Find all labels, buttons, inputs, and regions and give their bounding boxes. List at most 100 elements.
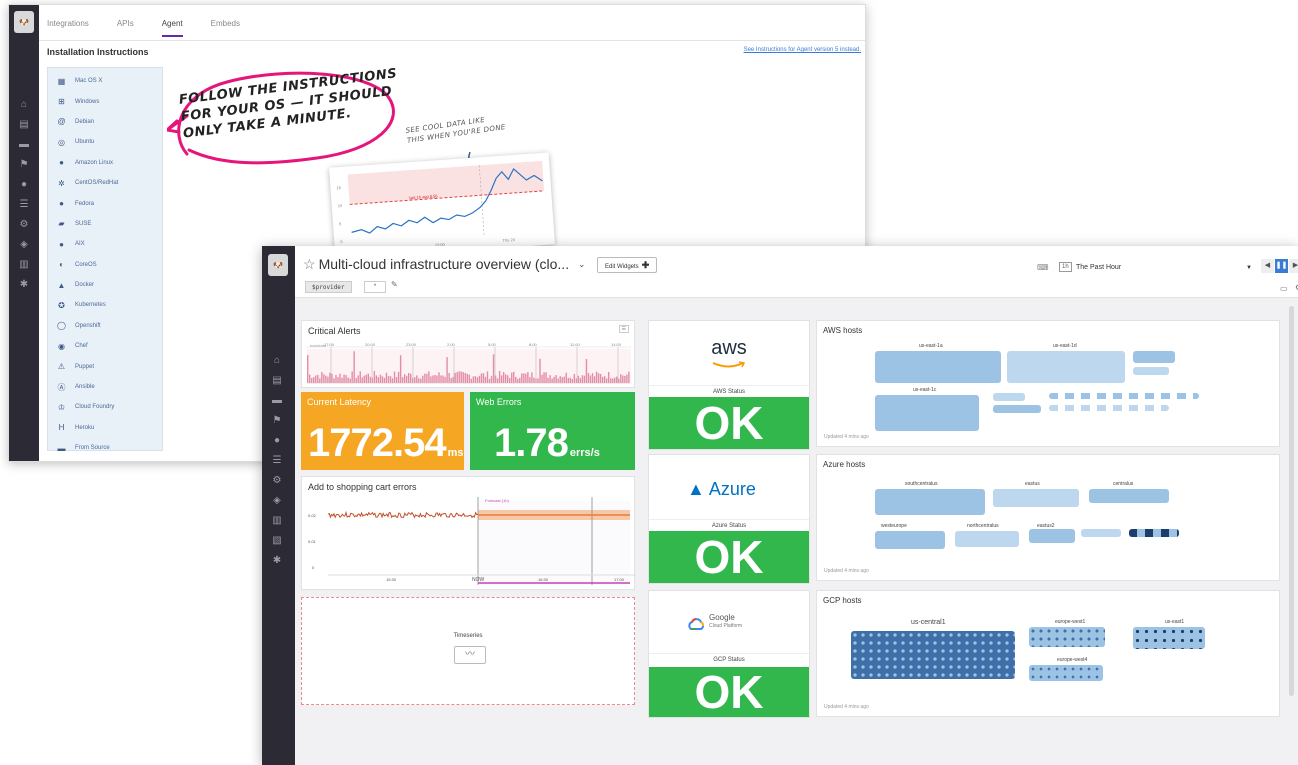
tab-integrations[interactable]: Integrations — [47, 19, 89, 37]
nav-dashboard-icon[interactable]: ▤ — [9, 115, 39, 135]
nav-infra-icon[interactable]: ▬ — [262, 391, 292, 411]
aws-hostmap-widget[interactable]: AWS hosts us-east-1a us-east-1d us-east-… — [816, 320, 1280, 447]
os-item-macos[interactable]: ▦ Mac OS X — [48, 71, 162, 91]
nav-home-icon[interactable]: ⌂ — [262, 351, 292, 371]
nav-security-icon[interactable]: ▧ — [262, 531, 292, 551]
nav-notebook-icon[interactable]: ▥ — [9, 255, 39, 275]
widget-menu-icon[interactable]: ☰ — [618, 325, 629, 333]
host-group[interactable] — [1133, 351, 1175, 363]
template-variable-select[interactable]: * — [364, 281, 386, 293]
cart-errors-chart — [327, 497, 636, 585]
nav-integrations-icon[interactable]: ⚙ — [262, 471, 292, 491]
current-latency-widget[interactable]: Current Latency 1772.54 ms — [301, 392, 464, 470]
os-item-kubernetes[interactable]: ✪ Kubernetes — [48, 295, 162, 315]
host-group[interactable] — [875, 351, 1001, 383]
dashboard-scrollbar[interactable] — [1289, 306, 1294, 696]
critical-alerts-widget[interactable]: Critical Alerts ☰ Incidents 17:00 20:00 23… — [301, 320, 635, 388]
keyboard-icon[interactable]: ⌨ — [1037, 263, 1049, 272]
alert-bar — [515, 376, 517, 383]
alert-bar — [593, 376, 596, 383]
cart-errors-widget[interactable]: Add to shopping cart errors Forecast (1h… — [301, 476, 636, 590]
rewind-button[interactable]: ◀ — [1261, 259, 1274, 273]
os-item-amazon-linux[interactable]: ● Amazon Linux — [48, 153, 162, 173]
cart-series-line — [327, 510, 479, 519]
pencil-icon[interactable]: ✎ — [391, 280, 398, 289]
edit-widgets-button[interactable]: Edit Widgets ✚ — [597, 257, 658, 273]
os-item-chef[interactable]: ◉ Chef — [48, 336, 162, 356]
nav-integrations-icon[interactable]: ⚙ — [9, 215, 39, 235]
nav-notebook-icon[interactable]: ▥ — [262, 511, 292, 531]
os-item-ansible[interactable]: Ⓐ Ansible — [48, 377, 162, 397]
azure-hostmap-widget[interactable]: Azure hosts southcentralus eastus centra… — [816, 454, 1280, 581]
gcp-status-widget[interactable]: Google Cloud Platform GCP Status OK — [648, 590, 810, 718]
pause-button[interactable]: ❚❚ — [1275, 259, 1288, 273]
host-group[interactable] — [1029, 529, 1075, 543]
tab-apis[interactable]: APIs — [117, 19, 134, 37]
nav-synthetics-icon[interactable]: ◈ — [9, 235, 39, 255]
os-item-puppet[interactable]: ⚠ Puppet — [48, 356, 162, 376]
nav-synthetics-icon[interactable]: ◈ — [262, 491, 292, 511]
nav-monitor-icon[interactable]: ⚑ — [262, 411, 292, 431]
host-group[interactable] — [955, 531, 1019, 547]
azure-status-widget[interactable]: ▲ Azure Azure Status OK — [648, 454, 810, 584]
os-item-openshift[interactable]: ◯ Openshift — [48, 316, 162, 336]
host-group[interactable] — [1129, 529, 1179, 537]
os-item-from-source[interactable]: ▬ From Source — [48, 438, 162, 458]
os-item-centos[interactable]: ✲ CentOS/RedHat — [48, 173, 162, 193]
host-group[interactable] — [1049, 405, 1169, 411]
widget-title: Add to shopping cart errors — [308, 482, 417, 492]
host-group[interactable] — [1007, 351, 1125, 383]
os-item-heroku[interactable]: H Heroku — [48, 418, 162, 438]
os-item-docker[interactable]: ▲ Docker — [48, 275, 162, 295]
tv-mode-icon[interactable]: ▭ — [1280, 284, 1288, 293]
nav-home-icon[interactable]: ⌂ — [9, 95, 39, 115]
nav-help-icon[interactable]: ✱ — [9, 275, 39, 295]
time-range-select[interactable]: The Past Hour ▼ — [1076, 261, 1254, 275]
os-item-aix[interactable]: ● AIX — [48, 234, 162, 254]
host-group[interactable] — [1049, 393, 1199, 399]
nav-help-icon[interactable]: ✱ — [262, 551, 292, 571]
nav-infra-icon[interactable]: ▬ — [9, 135, 39, 155]
dashboard-title[interactable]: ☆ Multi-cloud infrastructure overview (cl… — [303, 256, 569, 273]
host-group[interactable] — [875, 489, 985, 515]
os-item-fedora[interactable]: ● Fedora — [48, 193, 162, 213]
os-item-cloud-foundry[interactable]: ♔ Cloud Foundry — [48, 397, 162, 417]
tab-agent[interactable]: Agent — [161, 19, 183, 37]
nav-apm-icon[interactable]: ● — [262, 431, 292, 451]
alert-bar — [607, 371, 610, 383]
host-group[interactable] — [1029, 665, 1103, 681]
host-group[interactable] — [993, 489, 1079, 507]
agent-v5-link[interactable]: See Instructions for Agent version 5 ins… — [744, 47, 861, 53]
host-group[interactable] — [1089, 489, 1169, 503]
web-errors-widget[interactable]: Web Errors 1.78 errs/s — [470, 392, 635, 470]
nav-dashboard-icon[interactable]: ▤ — [262, 371, 292, 391]
host-group[interactable] — [1133, 367, 1169, 375]
chevron-down-icon[interactable]: ⌄ — [578, 259, 586, 270]
nav-logs-icon[interactable]: ☰ — [9, 195, 39, 215]
forward-button[interactable]: ▶ — [1289, 259, 1298, 273]
alert-bar — [458, 371, 460, 383]
nav-apm-icon[interactable]: ● — [9, 175, 39, 195]
host-group[interactable] — [993, 393, 1025, 401]
nav-logs-icon[interactable]: ☰ — [262, 451, 292, 471]
star-icon[interactable]: ☆ — [303, 256, 316, 272]
host-group[interactable] — [851, 631, 1015, 679]
nav-monitor-icon[interactable]: ⚑ — [9, 155, 39, 175]
os-item-windows[interactable]: ⊞ Windows — [48, 91, 162, 111]
host-group[interactable] — [1029, 627, 1105, 647]
os-item-debian[interactable]: @ Debian — [48, 112, 162, 132]
host-group[interactable] — [875, 531, 945, 549]
host-group[interactable] — [1133, 627, 1205, 649]
gcp-hostmap-widget[interactable]: GCP hosts us-central1 europe-west1 us-ea… — [816, 590, 1280, 717]
host-group[interactable] — [1081, 529, 1121, 537]
timeseries-placeholder-widget[interactable]: Timeseries 〰 — [301, 597, 635, 705]
os-item-coreos[interactable]: ◐ CoreOS — [48, 255, 162, 275]
os-item-ubuntu[interactable]: ◎ Ubuntu — [48, 132, 162, 152]
aws-logo: aws — [711, 337, 747, 359]
aws-status-widget[interactable]: aws AWS Status OK — [648, 320, 810, 450]
alert-bar — [345, 375, 347, 383]
host-group[interactable] — [875, 395, 979, 431]
os-item-suse[interactable]: ▰ SUSE — [48, 214, 162, 234]
host-group[interactable] — [993, 405, 1041, 413]
tab-embeds[interactable]: Embeds — [211, 19, 240, 37]
